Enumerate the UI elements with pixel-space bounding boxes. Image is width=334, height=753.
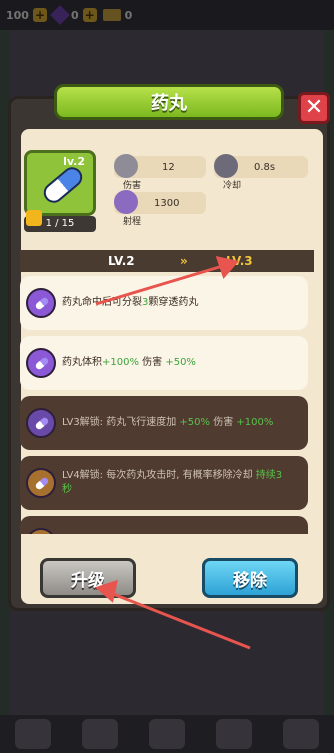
puzzle-icon: [26, 210, 42, 226]
stat-range-value: 1300: [154, 197, 180, 209]
add-coins-button[interactable]: +: [32, 8, 47, 22]
nav-icon-4[interactable]: [215, 719, 252, 749]
stat-cooldown-value: 0.8s: [254, 161, 276, 173]
coin-count: 100: [6, 8, 29, 22]
bottom-nav: [0, 715, 334, 753]
add-gems-button[interactable]: +: [82, 8, 97, 22]
clock-icon: [214, 154, 238, 178]
ticket-icon: [102, 9, 121, 21]
upgrade-row-locked: LV3解锁: 药丸飞行速度加 +50% 伤害 +100%: [20, 396, 308, 450]
pill-upgrade-icon: [26, 408, 56, 438]
current-level: LV.2: [108, 254, 135, 268]
dialog-title: 药丸: [54, 84, 284, 120]
pill-upgrade-icon: [26, 288, 56, 318]
ticket-count: 0: [124, 8, 133, 22]
upgrade-row-locked: LV4解锁: 每次药丸攻击时, 有概率移除冷却 持续3秒: [20, 456, 308, 510]
resource-bar: 100 + 0 + 0: [0, 0, 334, 30]
stat-damage: 12 伤害: [114, 154, 206, 191]
upgrade-text: 药丸体积+100% 伤害 +50%: [62, 357, 196, 368]
sword-icon: [114, 154, 138, 178]
gem-count: 0: [70, 8, 79, 22]
stat-range-label: 射程: [122, 217, 141, 227]
gem-icon: [50, 5, 70, 25]
next-level: LV.3: [226, 254, 253, 268]
stat-range: 1300 射程: [114, 190, 206, 227]
upgrade-text: LV3解锁: 药丸飞行速度加 +50% 伤害 +100%: [62, 417, 274, 428]
ticket-resource: 0: [102, 8, 133, 22]
bow-icon: [114, 190, 138, 214]
pill-item-card: lv.2: [24, 150, 96, 216]
nav-icon-1[interactable]: [15, 719, 52, 749]
stat-damage-value: 12: [162, 161, 175, 173]
gem-resource: 0 +: [50, 5, 97, 25]
upgrade-button[interactable]: 升级: [40, 558, 136, 598]
close-button[interactable]: ✕: [298, 92, 330, 124]
upgrade-text: 药丸命中后可分裂3颗穿透药丸: [62, 297, 199, 308]
coin-resource: 100 +: [6, 8, 47, 22]
level-arrow-icon: »: [180, 254, 188, 268]
upgrade-text: LV4解锁: 每次药丸攻击时, 有概率移除冷却 持续3秒: [62, 470, 283, 495]
remove-button[interactable]: 移除: [202, 558, 298, 598]
upgrade-row-locked: [20, 516, 308, 534]
stat-damage-label: 伤害: [122, 181, 141, 191]
upgrade-row: 药丸体积+100% 伤害 +50%: [20, 336, 308, 390]
stat-cooldown: 0.8s 冷却: [214, 154, 308, 191]
nav-icon-5[interactable]: [282, 719, 319, 749]
upgrade-row: 药丸命中后可分裂3颗穿透药丸: [20, 276, 308, 330]
pill-upgrade-icon: [26, 528, 56, 534]
pill-upgrade-icon: [26, 468, 56, 498]
pill-icon: [39, 163, 87, 207]
nav-icon-2[interactable]: [82, 719, 119, 749]
nav-icon-3[interactable]: [148, 719, 185, 749]
level-header: LV.2 » LV.3: [20, 250, 314, 272]
pill-upgrade-icon: [26, 348, 56, 378]
stat-cooldown-label: 冷却: [222, 181, 241, 191]
upgrade-list[interactable]: 药丸命中后可分裂3颗穿透药丸 药丸体积+100% 伤害 +50% LV3解锁: …: [20, 272, 314, 534]
